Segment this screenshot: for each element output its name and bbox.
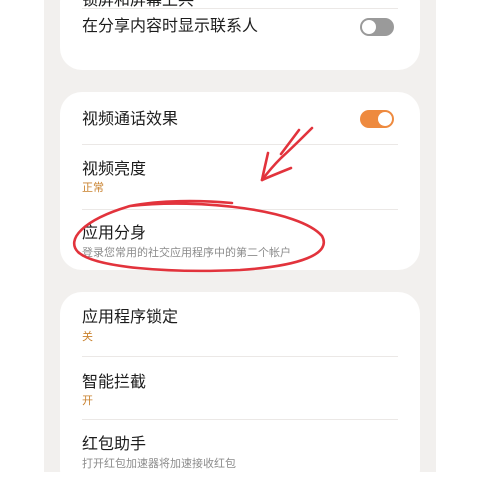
toggle-knob: [378, 112, 392, 126]
settings-item-video-brightness[interactable]: 视频亮度 正常: [60, 145, 420, 209]
smart-block-label: 智能拦截: [82, 372, 147, 391]
settings-item-smart-block[interactable]: 智能拦截 开: [60, 357, 420, 419]
settings-card-video: 视频通话效果 视频亮度 正常 应用分身 登录您常用的社交应用程序中的第二个帐户: [60, 92, 420, 270]
red-envelope-description: 打开红包加速器将加速接收红包: [82, 457, 236, 470]
settings-card-security: 应用程序锁定 关 智能拦截 开 红包助手 打开红包加速器将加速接收红包: [60, 292, 420, 492]
smart-block-value: 开: [82, 394, 93, 407]
settings-item-red-envelope[interactable]: 红包助手 打开红包加速器将加速接收红包: [60, 420, 420, 480]
show-contacts-label: 在分享内容时显示联系人: [82, 16, 259, 35]
settings-card-sharing: 锁屏和屏幕上共 在分享内容时显示联系人: [60, 0, 420, 70]
toggle-knob: [362, 20, 376, 34]
video-call-effects-label: 视频通话效果: [82, 109, 179, 128]
red-envelope-label: 红包助手: [82, 434, 147, 453]
video-brightness-label: 视频亮度: [82, 159, 147, 178]
settings-item-video-call-effects[interactable]: 视频通话效果: [60, 92, 420, 144]
show-contacts-toggle[interactable]: [360, 18, 394, 36]
video-call-effects-toggle[interactable]: [360, 110, 394, 128]
dual-apps-label: 应用分身: [82, 223, 147, 242]
app-lock-label: 应用程序锁定: [82, 307, 179, 326]
video-brightness-value: 正常: [82, 181, 104, 194]
dual-apps-description: 登录您常用的社交应用程序中的第二个帐户: [82, 246, 291, 259]
app-lock-value: 关: [82, 330, 93, 343]
settings-item-dual-apps[interactable]: 应用分身 登录您常用的社交应用程序中的第二个帐户: [60, 210, 420, 270]
settings-item-app-lock[interactable]: 应用程序锁定 关: [60, 292, 420, 356]
settings-item-show-contacts[interactable]: 在分享内容时显示联系人: [60, 9, 420, 67]
